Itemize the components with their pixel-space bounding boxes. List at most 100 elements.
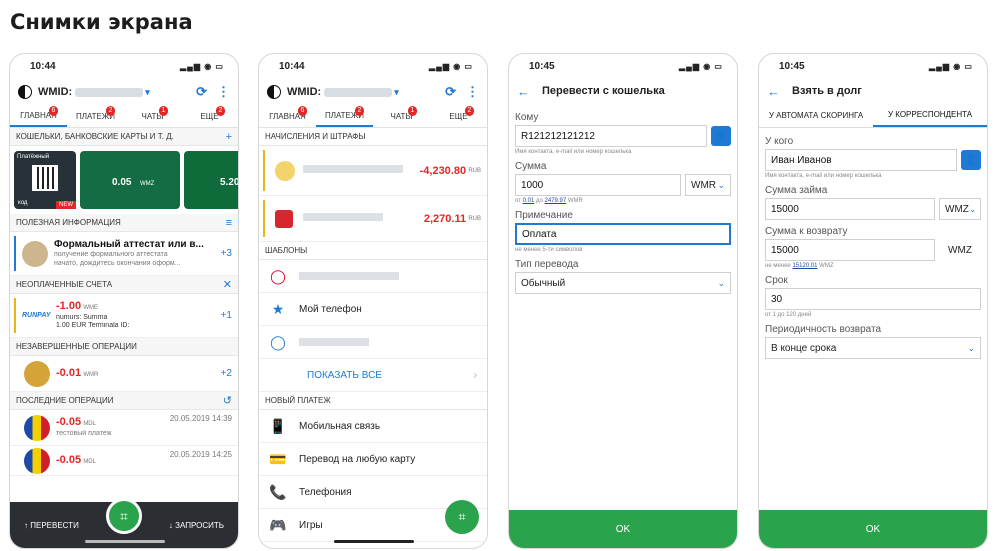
request-button[interactable]: ↓ ЗАПРОСИТЬ (169, 521, 224, 530)
fine-item[interactable]: -4,230.80 RUB (259, 146, 487, 196)
new-badge: NEW (56, 201, 76, 209)
new-payment-mobile[interactable]: 📱 Мобильная связь (259, 410, 487, 443)
note-input[interactable]: Оплата (515, 223, 731, 245)
screenshot-payments: 10:44 ▂▄▆ ◉ ▭ WMID: ▾ ⟳ ⋮ ГЛАВНАЯ 6 ПЛАТЕ… (258, 53, 488, 549)
chevron-right-icon: › (473, 369, 477, 381)
chevron-down-icon: ⌄ (717, 179, 725, 190)
tab-correspondent[interactable]: У КОРРЕСПОНДЕНТА (873, 104, 987, 127)
card-icon: 💳 (269, 450, 287, 467)
main-tabs: ГЛАВНАЯ 6 ПЛАТЕЖИ 2 ЧАТЫ 1 ЕЩЕ 2 (259, 106, 487, 128)
moldova-flag-icon (24, 414, 50, 441)
operator-logo-icon: ◯ (270, 267, 286, 284)
contact-book-icon: 👤 (714, 130, 728, 142)
chevron-down-icon: ⌄ (968, 203, 977, 214)
more-vertical-icon[interactable]: ⋮ (466, 84, 479, 100)
tab-payments[interactable]: ПЛАТЕЖИ 2 (316, 106, 373, 127)
page-title: Снимки экрана (10, 10, 193, 34)
scan-icon: ⌗ (120, 507, 128, 524)
wmid-logo-icon (267, 85, 281, 99)
contacts-button[interactable]: 👤 (711, 126, 731, 146)
wallet-card-wmz[interactable]: 0.05 WMZ (80, 151, 180, 209)
fine-item[interactable]: 2,270.11 RUB (259, 196, 487, 242)
chevron-down-icon[interactable]: ▾ (145, 87, 150, 98)
sun-icon (275, 160, 295, 181)
badge-more: 2 (215, 106, 226, 116)
operation-row[interactable]: -0.05 MDL тестовый платеж 20.05.2019 14:… (10, 410, 238, 446)
status-bar: 10:44 ▂▄▆ ◉ ▭ (279, 60, 473, 72)
status-bar: 10:45 ▂▄▆ ◉ ▭ (779, 60, 973, 72)
loan-tabs: У АВТОМАТА СКОРИНГА У КОРРЕСПОНДЕНТА (759, 104, 987, 128)
contacts-button[interactable]: 👤 (961, 150, 981, 170)
refresh-icon[interactable]: ⟳ (196, 84, 207, 100)
scan-qr-button[interactable]: ⌗ (445, 500, 479, 534)
ok-button[interactable]: OK (509, 510, 737, 548)
back-arrow-icon[interactable]: ← (767, 84, 780, 99)
moscow-logo-icon (275, 209, 293, 228)
screenshot-loan: 10:45 ▂▄▆ ◉ ▭ ← Взять в долг У АВТОМАТА … (758, 53, 988, 549)
list-icon[interactable]: ≡ (226, 217, 232, 229)
history-icon[interactable]: ↺ (223, 394, 232, 407)
template-my-phone[interactable]: ★ Мой телефон (259, 293, 487, 326)
tab-main[interactable]: ГЛАВНАЯ 6 (259, 106, 316, 127)
tab-chats[interactable]: ЧАТЫ 1 (124, 106, 181, 127)
refresh-icon[interactable]: ⟳ (445, 84, 456, 100)
phone-icon: 📱 (269, 417, 287, 434)
templates-header: ШАБЛОНЫ (259, 242, 487, 260)
loan-amount-input[interactable]: 15000 (765, 198, 935, 220)
lender-input[interactable]: Иван Иванов (765, 149, 957, 171)
pending-item[interactable]: -0.01 WMR +2 (10, 356, 238, 392)
star-icon: ★ (271, 300, 285, 317)
merchant-avatar-icon (24, 360, 50, 387)
tab-scoring[interactable]: У АВТОМАТА СКОРИНГА (759, 104, 873, 127)
tab-main[interactable]: ГЛАВНАЯ 6 (10, 106, 67, 127)
recipient-input[interactable]: R121212121212 (515, 125, 707, 147)
app-header: WMID: ▾ ⟳ ⋮ (10, 78, 238, 106)
app-header: WMID: ▾ ⟳ ⋮ (259, 78, 487, 106)
operation-row[interactable]: -0.05 MDL 20.05.2019 14:25 (10, 446, 238, 476)
show-all-link[interactable]: ПОКАЗАТЬ ВСЕ › (259, 359, 487, 392)
return-amount-input[interactable]: 15000 (765, 239, 935, 261)
amount-input[interactable]: 1000 (515, 174, 681, 196)
transfer-type-select[interactable]: Обычный ⌄ (515, 272, 731, 294)
new-payment-card[interactable]: 💳 Перевод на любую карту (259, 443, 487, 476)
fines-header: НАЧИСЛЕНИЯ И ШТРАФЫ (259, 128, 487, 146)
tab-chats[interactable]: ЧАТЫ 1 (373, 106, 430, 127)
wallet-card-rub[interactable]: 5.20 (184, 151, 238, 209)
send-button[interactable]: ↑ ПЕРЕВЕСТИ (24, 521, 79, 530)
runpay-logo: RUNPAY (22, 312, 51, 319)
wallet-cards: Платёжный код NEW 0.05 WMZ 5.20 (10, 146, 238, 214)
template-item[interactable]: ◯ (259, 326, 487, 359)
scan-qr-button[interactable]: ⌗ (106, 498, 142, 534)
moldova-flag-icon (24, 447, 50, 474)
info-item[interactable]: Формальный аттестат или в... получение ф… (10, 232, 238, 276)
more-vertical-icon[interactable]: ⋮ (217, 84, 230, 100)
close-icon[interactable]: ✕ (223, 278, 232, 291)
wallets-section-header: КОШЕЛЬКИ, БАНКОВСКИЕ КАРТЫ И Т. Д. + (10, 128, 238, 146)
tab-more[interactable]: ЕЩЕ 2 (430, 106, 487, 127)
payment-code-card[interactable]: Платёжный код NEW (14, 151, 76, 209)
main-tabs: ГЛАВНАЯ 6 ПЛАТЕЖИ 2 ЧАТЫ 1 ЕЩЕ 2 (10, 106, 238, 128)
status-bar: 10:45 ▂▄▆ ◉ ▭ (529, 60, 723, 72)
tab-more[interactable]: ЕЩЕ 2 (181, 106, 238, 127)
operator-ring-icon: ◯ (270, 333, 286, 350)
badge-chats: 1 (158, 106, 169, 116)
home-indicator (85, 540, 165, 543)
bill-item[interactable]: RUNPAY -1.00 WME numurs: Summa 1.00 EUR … (10, 294, 238, 338)
useful-info-header: ПОЛЕЗНАЯ ИНФОРМАЦИЯ ≡ (10, 214, 238, 232)
tab-payments[interactable]: ПЛАТЕЖИ 2 (67, 106, 124, 127)
wmid-logo-icon (18, 85, 32, 99)
currency-select[interactable]: WMZ ⌄ (939, 198, 981, 220)
contact-book-icon: 👤 (964, 154, 978, 166)
template-item[interactable]: ◯ (259, 260, 487, 293)
screenshot-transfer: 10:45 ▂▄▆ ◉ ▭ ← Перевести с кошелька Ком… (508, 53, 738, 549)
currency-select[interactable]: WMR ⌄ (685, 174, 731, 196)
back-arrow-icon[interactable]: ← (517, 84, 530, 99)
term-input[interactable]: 30 (765, 288, 981, 310)
repayment-period-select[interactable]: В конце срока ⌄ (765, 337, 981, 359)
chevron-down-icon: ⌄ (717, 277, 725, 288)
ok-button[interactable]: OK (759, 510, 987, 548)
screenshot-main: 10:44 ▂▄▆ ◉ ▭ WMID: ▾ ⟳ ⋮ ГЛАВНАЯ 6 ПЛАТЕ… (9, 53, 239, 549)
add-icon[interactable]: + (226, 131, 232, 143)
home-indicator (334, 540, 414, 543)
chevron-down-icon[interactable]: ▾ (394, 87, 399, 98)
